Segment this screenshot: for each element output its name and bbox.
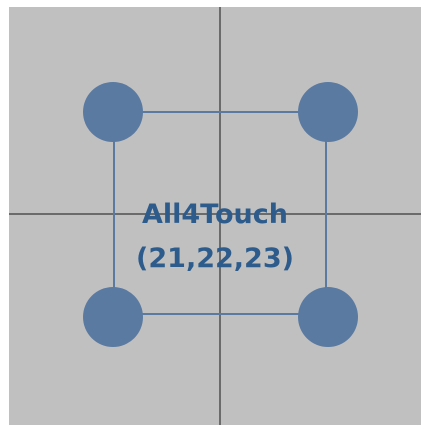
touch-point-top-left: [83, 82, 143, 142]
touch-point-bottom-left: [83, 287, 143, 347]
touch-point-bottom-right: [298, 287, 358, 347]
touch-canvas[interactable]: All4Touch (21,22,23): [9, 7, 421, 425]
gesture-label: All4Touch (21,22,23): [9, 193, 421, 281]
touch-point-top-right: [298, 82, 358, 142]
gesture-touch-ids: (21,22,23): [136, 243, 294, 274]
gesture-name: All4Touch: [141, 199, 289, 230]
